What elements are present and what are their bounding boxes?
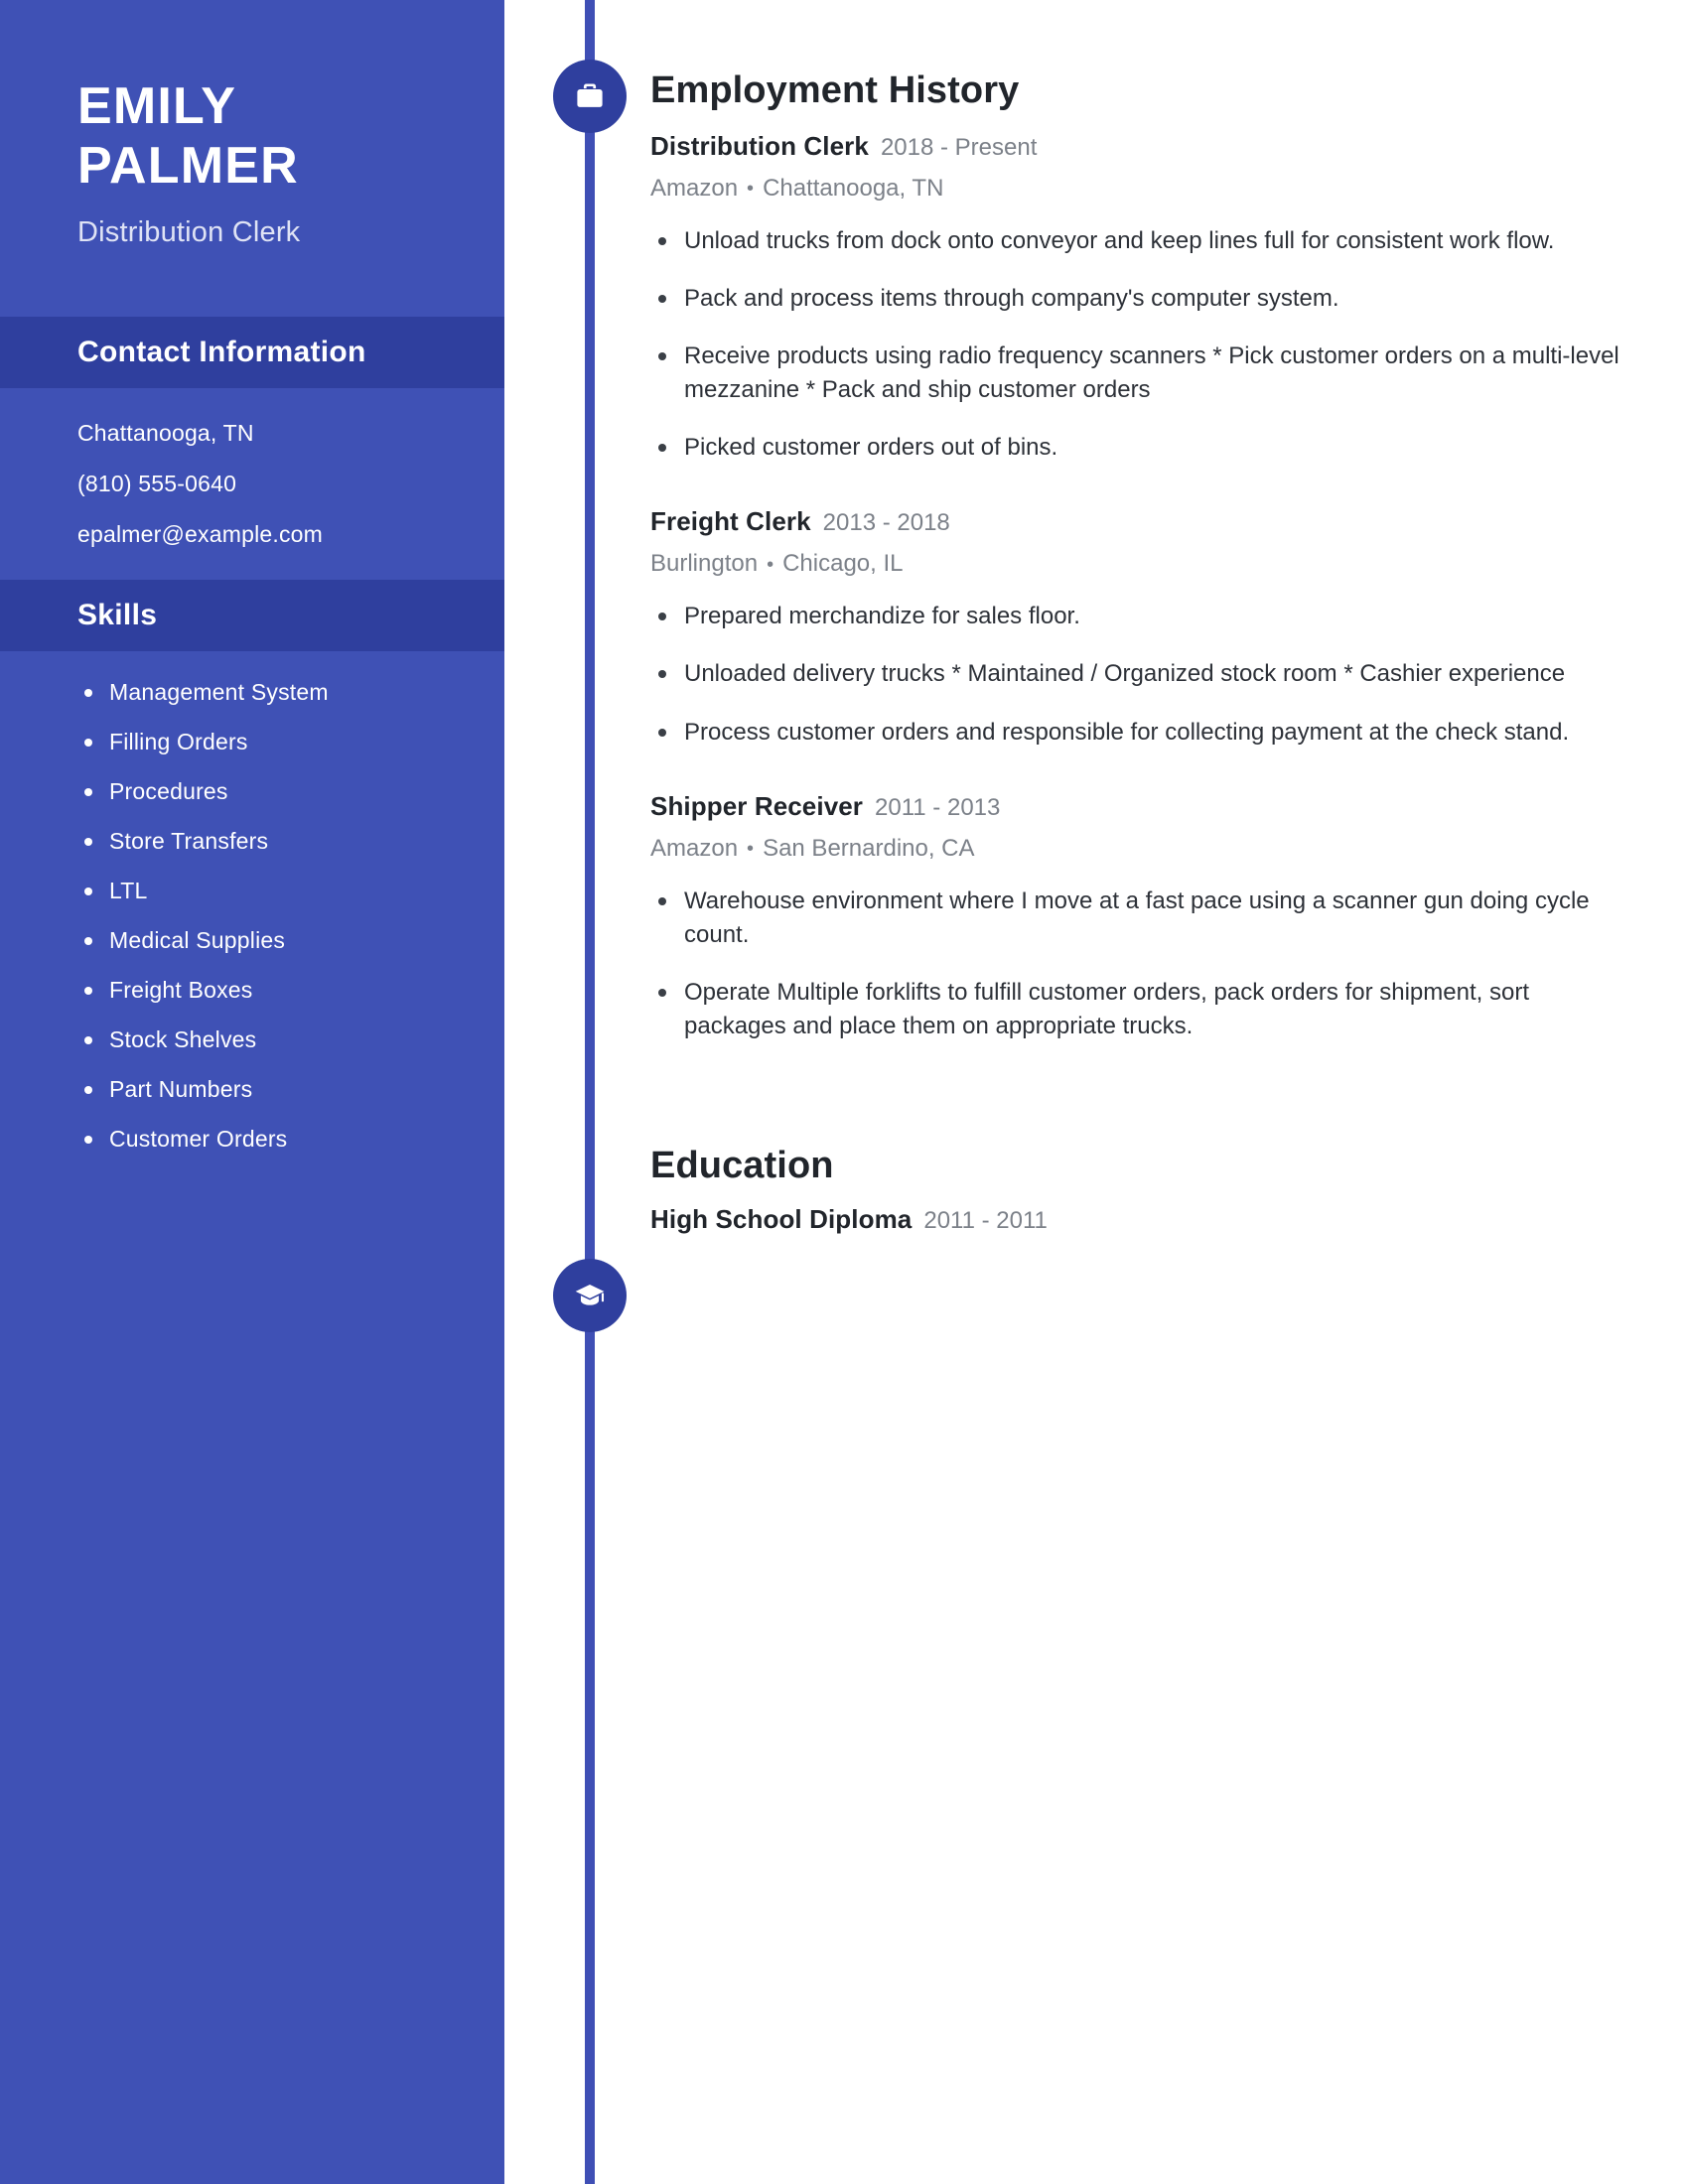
list-item: Management System [77,680,465,704]
entry-header: Freight Clerk 2013 - 2018 [650,506,1628,537]
list-item: Filling Orders [77,730,465,753]
degree-dates: 2011 - 2011 [923,1206,1048,1234]
last-name: PALMER [77,136,299,195]
timeline-rail [585,0,595,2184]
section-title-education: Education [650,1144,834,1186]
first-name: EMILY [77,77,237,135]
list-item: Process customer orders and responsible … [650,716,1628,750]
briefcase-icon [553,60,627,133]
job-company-location: Amazon • Chattanooga, TN [650,175,1628,203]
resume-page: EMILY PALMER Distribution Clerk Contact … [0,0,1688,2184]
education-entry: High School Diploma 2011 - 2011 [650,1204,1628,1235]
job-company: Burlington [650,550,759,578]
education-section: Education High School Diploma 2011 - 201… [650,1043,1628,1235]
list-item: Warehouse environment where I move at a … [650,885,1628,952]
list-item: Store Transfers [77,829,465,853]
job-location: Chattanooga, TN [763,175,944,202]
job-location: San Bernardino, CA [763,834,975,862]
sidebar: EMILY PALMER Distribution Clerk Contact … [0,0,504,2184]
list-item: Picked customer orders out of bins. [650,431,1628,465]
headline-job-title: Distribution Clerk [77,215,301,248]
contact-phone[interactable]: (810) 555-0640 [77,472,445,495]
section-title-employment: Employment History [650,69,1020,111]
job-company-location: Amazon • San Bernardino, CA [650,835,1628,863]
main-content: Employment History Distribution Clerk 20… [650,0,1628,1235]
contact-section-title: Contact Information [77,335,366,368]
list-item: Prepared merchandize for sales floor. [650,600,1628,633]
employment-entry: Shipper Receiver 2011 - 2013 Amazon • San … [650,791,1628,1043]
job-title: Distribution Clerk [650,131,869,161]
list-item: Medical Supplies [77,928,465,952]
list-item: Unloaded delivery trucks * Maintained / … [650,657,1628,691]
job-bullets: Unload trucks from dock onto conveyor an… [650,224,1628,465]
job-dates: 2018 - Present [880,134,1038,161]
list-item: Pack and process items through company's… [650,282,1628,316]
job-dates: 2013 - 2018 [822,509,950,537]
list-item: Freight Boxes [77,978,465,1002]
degree-title: High School Diploma [650,1203,913,1234]
employment-entry: Distribution Clerk 2018 - Present Amazon… [650,131,1628,465]
list-item: Customer Orders [77,1127,465,1151]
list-item: Operate Multiple forklifts to fulfill cu… [650,976,1628,1043]
employment-entry: Freight Clerk 2013 - 2018 Burlington • Chi… [650,506,1628,749]
job-dates: 2011 - 2013 [875,793,1001,821]
list-item: Stock Shelves [77,1027,465,1051]
separator-dot: • [767,553,774,576]
skills-section-title: Skills [77,598,158,631]
job-bullets: Prepared merchandize for sales floor. Un… [650,600,1628,749]
separator-dot: • [747,837,755,860]
entry-header: High School Diploma 2011 - 2011 [650,1204,1628,1235]
contact-list: Chattanooga, TN (810) 555-0640 epalmer@e… [0,388,504,580]
skills-section-header: Skills [0,579,504,651]
contact-location: Chattanooga, TN [77,419,254,446]
separator-dot: • [747,178,755,201]
list-item: Unload trucks from dock onto conveyor an… [650,224,1628,258]
job-location: Chicago, IL [782,550,904,578]
name-block: EMILY PALMER Distribution Clerk [0,0,504,249]
job-company: Amazon [650,175,739,202]
skills-list: Management System Filling Orders Procedu… [0,651,504,1180]
graduation-cap-icon [553,1259,627,1332]
employment-history-section: Employment History Distribution Clerk 20… [650,0,1628,1043]
list-item: LTL [77,879,465,902]
entry-header: Shipper Receiver 2011 - 2013 [650,791,1628,822]
job-company-location: Burlington • Chicago, IL [650,550,1628,578]
entry-header: Distribution Clerk 2018 - Present [650,131,1628,162]
list-item: Procedures [77,779,465,803]
contact-email[interactable]: epalmer@example.com [77,522,445,546]
contact-section-header: Contact Information [0,316,504,388]
job-company: Amazon [650,834,739,862]
list-item: Receive products using radio frequency s… [650,340,1628,407]
job-title: Shipper Receiver [650,790,864,821]
job-title: Freight Clerk [650,506,811,537]
job-bullets: Warehouse environment where I move at a … [650,885,1628,1043]
list-item: Part Numbers [77,1077,465,1101]
